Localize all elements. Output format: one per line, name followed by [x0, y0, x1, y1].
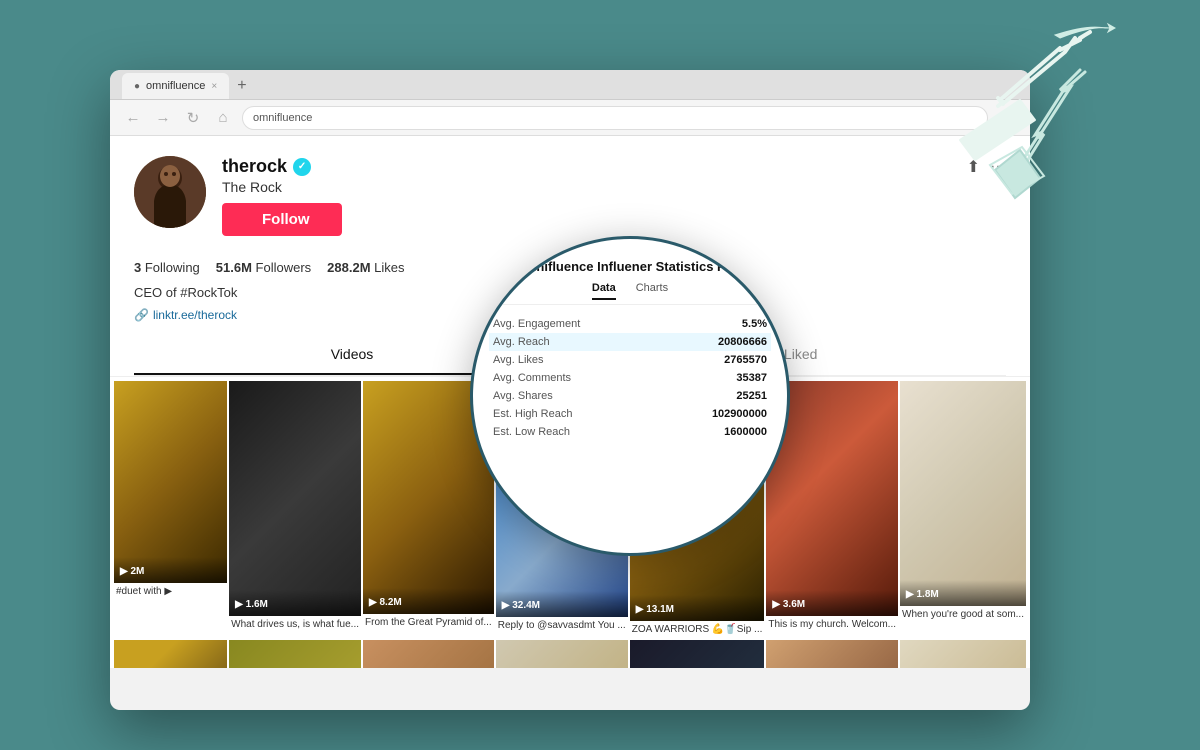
tab-liked[interactable]: 🔒 Liked	[570, 336, 1006, 375]
link-icon: 🔗	[134, 308, 149, 322]
video-item[interactable]	[363, 640, 494, 668]
likes-count: 288.2M	[327, 260, 370, 275]
video-thumbnail[interactable]	[114, 640, 227, 668]
video-item[interactable]	[114, 640, 227, 668]
link-text[interactable]: linktr.ee/therock	[153, 308, 237, 322]
tab-label: omnifluence	[146, 80, 205, 92]
refresh-button[interactable]: ↻	[182, 107, 204, 129]
likes-label: Likes	[374, 260, 404, 275]
video-item[interactable]	[630, 640, 765, 668]
arrow-annotation	[860, 20, 1140, 220]
video-thumbnail[interactable]	[229, 640, 361, 668]
follow-button[interactable]: Follow	[222, 203, 342, 236]
video-grid: ▶ 2M#duet with ▶▶ 1.6MWhat drives us, is…	[112, 379, 1028, 668]
video-caption: When you're good at som...	[900, 606, 1026, 623]
following-label: Following	[145, 260, 200, 275]
video-section: ▶ 2M#duet with ▶▶ 1.6MWhat drives us, is…	[110, 377, 1030, 668]
video-thumbnail[interactable]: ▶ 1.6M	[229, 381, 361, 616]
video-caption: Reply to @savvasdmt You ...	[496, 617, 628, 634]
video-item[interactable]: ▶ 2M#duet with ▶	[114, 381, 227, 638]
followers-label: Followers	[256, 260, 312, 275]
video-item[interactable]: ▶ 1.8MWhen you're good at som...	[900, 381, 1026, 638]
video-item[interactable]: ▶ 1.6MWhat drives us, is what fue...	[229, 381, 361, 638]
video-thumbnail[interactable]: ▶ 8.2M	[363, 381, 494, 614]
home-button[interactable]: ⌂	[212, 107, 234, 129]
video-item[interactable]	[900, 640, 1026, 668]
tab-videos[interactable]: Videos	[134, 336, 570, 375]
video-caption: What drives us, is what fue...	[229, 616, 361, 633]
new-tab-button[interactable]: +	[229, 73, 254, 99]
video-thumbnail[interactable]	[630, 640, 765, 668]
video-caption: From the Great Pyramid of...	[363, 614, 494, 631]
profile-link[interactable]: 🔗 linktr.ee/therock	[134, 308, 1006, 322]
likes-stat: 288.2M Likes	[327, 260, 404, 275]
active-tab[interactable]: ● omnifluence ×	[122, 73, 229, 99]
content-tabs: Videos 🔒 Liked	[134, 336, 1006, 376]
bio: CEO of #RockTok	[134, 285, 1006, 300]
username: therock	[222, 156, 287, 177]
followers-stat: 51.6M Followers	[216, 260, 311, 275]
verified-badge: ✓	[293, 158, 311, 176]
video-thumbnail[interactable]	[900, 640, 1026, 668]
liked-lock-icon: 🔒	[759, 346, 776, 362]
video-thumbnail[interactable]: ▶ 13.1M	[630, 381, 765, 621]
video-thumbnail[interactable]	[363, 640, 494, 668]
video-thumbnail[interactable]: ▶ 1.8M	[900, 381, 1026, 606]
back-button[interactable]: ←	[122, 107, 144, 129]
video-item[interactable]	[496, 640, 628, 668]
video-item[interactable]: ▶ 8.2MFrom the Great Pyramid of...	[363, 381, 494, 638]
video-caption: #duet with ▶	[114, 583, 227, 600]
video-item[interactable]	[766, 640, 898, 668]
video-item[interactable]: ▶ 32.4MReply to @savvasdmt You ...	[496, 381, 628, 638]
following-stat: 3 Following	[134, 260, 200, 275]
video-item[interactable]: ▶ 3.6MThis is my church. Welcom...	[766, 381, 898, 638]
video-thumbnail[interactable]	[766, 640, 898, 668]
avatar-image	[134, 156, 206, 228]
verified-icon: ✓	[298, 161, 306, 172]
video-thumbnail[interactable]: ▶ 3.6M	[766, 381, 898, 616]
following-count: 3	[134, 260, 141, 275]
video-thumbnail[interactable]: ▶ 32.4M	[496, 381, 628, 617]
video-thumbnail[interactable]	[496, 640, 628, 668]
forward-button[interactable]: →	[152, 107, 174, 129]
video-item[interactable]	[229, 640, 361, 668]
followers-count: 51.6M	[216, 260, 252, 275]
video-item[interactable]: ▶ 13.1MZOA WARRIORS 💪🥤Sip ...	[630, 381, 765, 638]
stats-row: 3 Following 51.6M Followers 288.2M Likes	[134, 260, 1006, 275]
video-caption: ZOA WARRIORS 💪🥤Sip ...	[630, 621, 765, 638]
video-thumbnail[interactable]: ▶ 2M	[114, 381, 227, 583]
tab-close-button[interactable]: ×	[211, 81, 217, 92]
video-caption: This is my church. Welcom...	[766, 616, 898, 633]
address-text: omnifluence	[253, 112, 312, 124]
avatar	[134, 156, 206, 228]
